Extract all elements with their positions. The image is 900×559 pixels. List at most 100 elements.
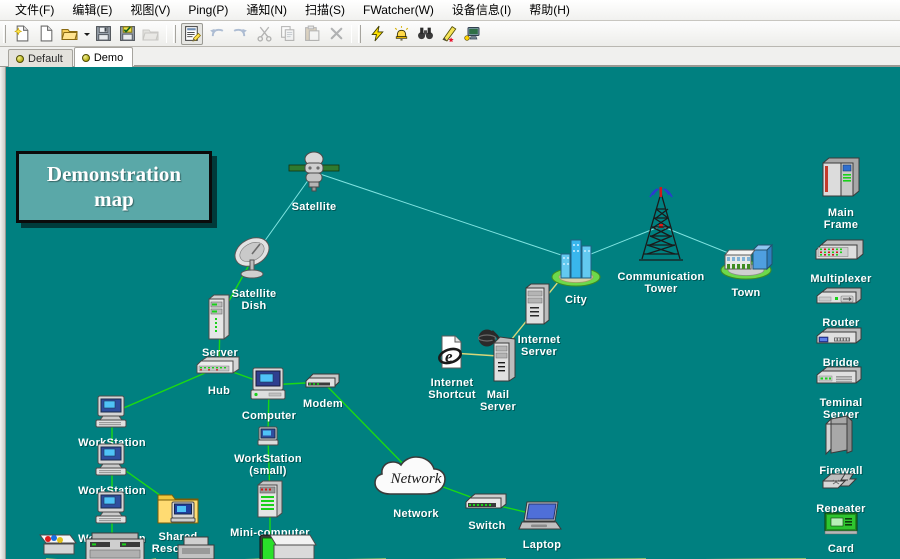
palette-item-label: Card [828,543,854,555]
printer-icon[interactable] [36,527,82,559]
menu-notify[interactable]: 通知(N) [237,1,296,20]
undo-icon [205,23,227,45]
node-label: Modem [303,398,343,410]
node-label: Satellite [292,201,337,213]
card-icon [823,511,859,542]
ws-small-icon [257,425,279,452]
repeater-icon [819,471,863,502]
device-info-icon[interactable] [462,23,484,45]
document-device-icon[interactable] [264,527,318,559]
new-document-icon[interactable] [35,23,57,45]
city-icon [548,232,604,293]
toolbar-grip[interactable] [3,25,6,43]
router-icon [816,285,866,316]
cut-icon [253,23,275,45]
tower-srv-icon [478,329,518,388]
mainframe-icon [819,155,863,206]
workstation-icon [93,395,131,436]
open-folder-icon[interactable] [59,23,81,45]
fwatcher-icon[interactable] [438,23,460,45]
modem-icon [305,372,341,397]
toolbar-grip[interactable] [173,25,176,43]
tab-status-dot-icon [16,55,24,63]
node-label: Computer [242,410,296,422]
dish-icon [232,230,276,287]
tab-status-dot-icon [82,54,90,62]
tower-icon [633,187,689,270]
menu-view[interactable]: 视图(V) [121,1,179,20]
mini-icon [255,479,285,526]
node-label: Town [731,287,760,299]
toolbar-separator [351,25,352,43]
node-label: Laptop [523,539,561,551]
toolbar [0,21,900,47]
menu-bar: 文件(F)编辑(E)视图(V)Ping(P)通知(N)扫描(S)FWatcher… [0,0,900,21]
menu-file[interactable]: 文件(F) [6,1,63,20]
open-dropdown-arrow-icon[interactable] [82,23,91,45]
application-window: 文件(F)编辑(E)视图(V)Ping(P)通知(N)扫描(S)FWatcher… [0,0,900,559]
paste-icon [301,23,323,45]
copy-icon [277,23,299,45]
laptop-icon [518,499,566,538]
hub-icon [195,355,243,384]
node-label: Switch [468,520,505,532]
toolbar-grip[interactable] [358,25,361,43]
menu-fwatcher[interactable]: FWatcher(W) [354,1,443,20]
menu-deviceinfo[interactable]: 设备信息(I) [443,1,520,20]
palette-item-label: Multiplexer [810,273,871,285]
tab-strip-empty [134,47,900,66]
scan-binoculars-icon[interactable] [414,23,436,45]
bridge-icon [816,325,866,356]
server-rack-icon[interactable] [84,527,146,559]
node-label: Internet Server [518,334,561,358]
town-icon [717,239,775,286]
node-label: Network [393,508,439,520]
cloud-icon: Network [368,452,464,507]
node-label: Communication Tower [618,271,705,295]
computer-icon [249,366,289,409]
toolbar-separator [166,25,167,43]
menu-ping[interactable]: Ping(P) [179,1,237,20]
cloud-inner-label: Network [368,452,464,507]
tab-label: Default [28,53,63,65]
delete-icon [325,23,347,45]
svg-text:e: e [445,347,453,366]
save-checked-icon[interactable] [116,23,138,45]
tab-label: Demo [94,52,123,64]
tab-default[interactable]: Default [8,49,73,67]
canvas-frame: Demonstration map Satellite Satellite Di… [0,67,900,559]
node-label: Internet Shortcut [428,377,476,401]
termserver-icon [816,363,866,396]
node-label: Satellite Dish [232,288,277,312]
device-icon[interactable] [174,527,218,559]
node-label: City [565,294,587,306]
shared-icon [156,491,200,530]
network-map-canvas[interactable]: Demonstration map Satellite Satellite Di… [6,67,900,559]
ping-lightning-icon[interactable] [366,23,388,45]
tab-demo[interactable]: Demo [74,47,133,67]
firewall-icon [823,415,859,464]
menu-edit[interactable]: 编辑(E) [63,1,121,20]
node-label: Mail Server [480,389,516,413]
ieshortcut-icon: e [437,335,467,376]
palette-item-label: Main Frame [824,207,859,231]
satellite-icon [283,149,345,200]
folder-icon [140,23,162,45]
save-icon[interactable] [92,23,114,45]
tab-strip: Default Demo [0,47,900,67]
node-label: Hub [208,385,230,397]
redo-icon [229,23,251,45]
workstation-icon [93,491,131,532]
switch-icon [465,492,509,519]
workstation-icon [93,443,131,484]
map-title-text: Demonstration map [47,162,181,212]
new-map-icon[interactable] [11,23,33,45]
menu-scan[interactable]: 扫描(S) [296,1,354,20]
map-title-box: Demonstration map [16,151,212,223]
menu-help[interactable]: 帮助(H) [520,1,579,20]
link-satellite-city [314,172,576,260]
server-icon [207,293,233,346]
multiplexer-icon [815,237,867,272]
edit-properties-icon[interactable] [181,23,203,45]
alarm-bell-icon[interactable] [390,23,412,45]
